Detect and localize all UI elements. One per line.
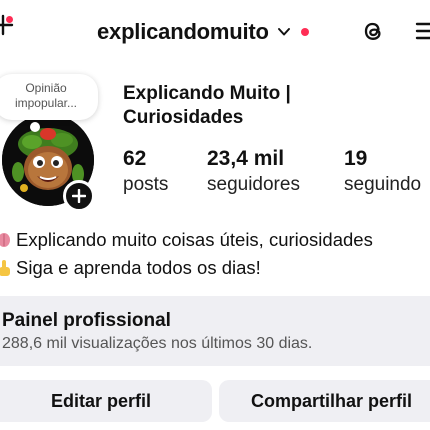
- notification-dot: [6, 16, 13, 23]
- display-name: Explicando Muito | Curiosidades: [123, 82, 423, 130]
- following-label: seguindo: [344, 174, 422, 195]
- username: explicandomuito: [97, 19, 269, 44]
- threads-icon[interactable]: [358, 16, 388, 46]
- bio-text-line1: Explicando muito coisas úteis, curiosida…: [16, 229, 373, 250]
- display-name-line1: Explicando Muito |: [123, 83, 291, 104]
- professional-dashboard[interactable]: Painel profissional 288,6 mil visualizaç…: [0, 296, 430, 366]
- profile-note[interactable]: Opinião impopular...: [0, 74, 98, 120]
- stat-posts[interactable]: 62 posts: [123, 146, 168, 198]
- edit-profile-button[interactable]: Editar perfil: [0, 380, 212, 422]
- stat-following[interactable]: 19 seguindo: [344, 146, 421, 198]
- stat-followers[interactable]: 23,4 mil seguidores: [207, 146, 300, 198]
- share-profile-button[interactable]: Compartilhar perfil: [219, 380, 430, 422]
- note-tail: [30, 122, 40, 132]
- note-text-line2: impopular...: [14, 96, 78, 110]
- followers-label: seguidores: [207, 174, 300, 195]
- account-switcher[interactable]: explicandomuito: [97, 19, 309, 45]
- dashboard-subtitle: 288,6 mil visualizações nos últimos 30 d…: [2, 335, 313, 352]
- dashboard-title: Painel profissional: [2, 310, 171, 331]
- note-text-line1: Opinião: [25, 81, 67, 95]
- chevron-down-icon: [277, 28, 290, 36]
- posts-count: 62: [123, 147, 147, 170]
- notification-dot: [300, 28, 309, 36]
- menu-icon[interactable]: [415, 20, 430, 42]
- top-bar: explicandomuito: [0, 0, 430, 62]
- pointing-hand-emoji-icon: [0, 260, 10, 276]
- bio-line-1: Explicando muito coisas úteis, curiosida…: [0, 226, 430, 254]
- followers-count: 23,4 mil: [207, 147, 285, 170]
- display-name-line2: Curiosidades: [123, 107, 244, 128]
- bio-line-2: Siga e aprenda todos os dias!: [0, 254, 430, 282]
- brain-emoji-icon: [0, 233, 10, 247]
- following-count: 19: [344, 147, 368, 170]
- add-story-button[interactable]: [63, 180, 95, 212]
- posts-label: posts: [123, 174, 169, 195]
- plus-icon: [72, 189, 86, 203]
- add-icon[interactable]: [0, 14, 14, 36]
- bio: Explicando muito coisas úteis, curiosida…: [0, 226, 430, 282]
- bio-text-line2: Siga e aprenda todos os dias!: [16, 257, 261, 278]
